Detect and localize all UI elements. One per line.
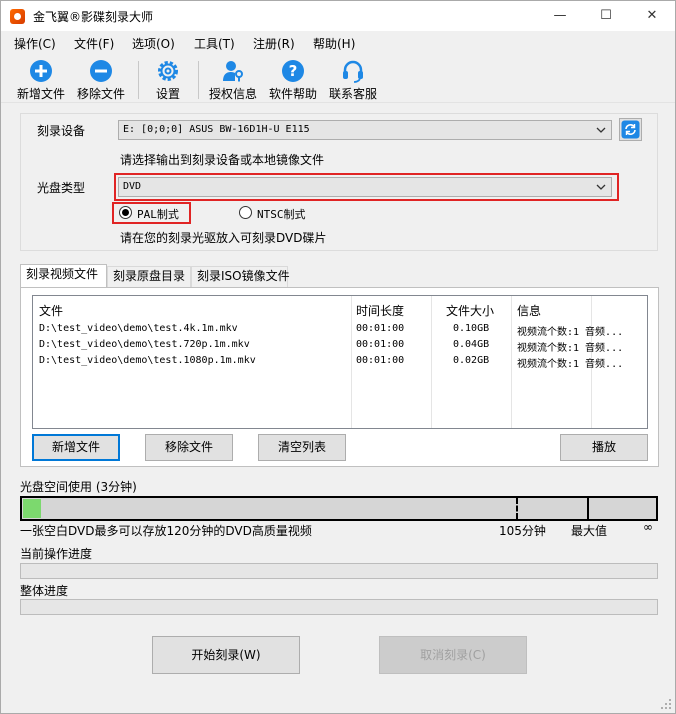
plus-circle-icon	[30, 60, 52, 82]
infinity-label: ∞	[643, 520, 653, 534]
toolbar-support-button[interactable]: 联系客服	[327, 57, 379, 101]
remove-file-button[interactable]: 移除文件	[145, 434, 233, 461]
file-list[interactable]: 文件 时间长度 文件大小 信息 D:\test_video\demo\test.…	[32, 295, 648, 429]
svg-text:?: ?	[289, 62, 298, 80]
row-info: 视频流个数:1 音频...	[517, 327, 624, 338]
refresh-button[interactable]	[619, 118, 642, 141]
marker-max-line	[587, 498, 589, 519]
disc-hint: 请在您的刻录光驱放入可刻录DVD碟片	[120, 231, 327, 245]
column-divider	[351, 296, 352, 428]
current-progress-bar	[20, 563, 658, 579]
chevron-down-icon	[596, 184, 606, 190]
toolbar-settings-button[interactable]: 设置	[151, 57, 185, 101]
current-progress-label: 当前操作进度	[20, 547, 93, 561]
col-header-size[interactable]: 文件大小	[446, 302, 494, 319]
toolbar-remove-file-label: 移除文件	[76, 87, 125, 101]
refresh-icon	[621, 120, 640, 139]
toolbar-add-file-button[interactable]: 新增文件	[15, 57, 67, 101]
toolbar: 新增文件 移除文件 设置 授权信息 ? 软件帮助 联系客服	[1, 55, 675, 103]
menu-tools[interactable]: 工具(T)	[194, 35, 235, 52]
disc-type-label: 光盘类型	[37, 181, 86, 195]
close-button[interactable]: ✕	[629, 1, 675, 31]
burner-device-value: E: [0;0;0] ASUS BW-16D1H-U E115	[123, 124, 310, 135]
disc-usage-note: 一张空白DVD最多可以存放120分钟的DVD高质量视频	[20, 524, 312, 538]
user-key-icon	[223, 61, 243, 82]
burner-hint: 请选择输出到刻录设备或本地镜像文件	[120, 153, 325, 167]
app-window: 金飞翼®影碟刻录大师 — ☐ ✕ 操作(C) 文件(F) 选项(O) 工具(T)…	[0, 0, 676, 714]
row-file: D:\test_video\demo\test.4k.1m.mkv	[39, 323, 238, 334]
toolbar-remove-file-button[interactable]: 移除文件	[75, 57, 127, 101]
minimize-button[interactable]: —	[537, 1, 583, 31]
burner-label: 刻录设备	[37, 124, 86, 138]
toolbar-license-button[interactable]: 授权信息	[207, 57, 259, 101]
mark-105-label: 105分钟	[499, 524, 546, 538]
disc-usage-bar	[20, 496, 658, 521]
ntsc-radio[interactable]	[239, 206, 252, 219]
pal-radio[interactable]	[119, 206, 132, 219]
help-icon: ?	[282, 60, 304, 82]
play-button[interactable]: 播放	[560, 434, 648, 461]
burner-device-select[interactable]: E: [0;0;0] ASUS BW-16D1H-U E115	[118, 120, 612, 140]
tab-burn-disc-dir[interactable]: 刻录原盘目录	[107, 266, 191, 287]
column-divider	[431, 296, 432, 428]
maximize-button[interactable]: ☐	[583, 1, 629, 31]
ntsc-label: NTSC制式	[257, 208, 306, 221]
row-info: 视频流个数:1 音频...	[517, 343, 624, 354]
toolbar-help-button[interactable]: ? 软件帮助	[267, 57, 319, 101]
row-size: 0.04GB	[453, 339, 490, 350]
resize-grip-icon[interactable]	[660, 698, 672, 710]
toolbar-add-file-label: 新增文件	[16, 87, 65, 101]
tab-burn-iso[interactable]: 刻录ISO镜像文件	[191, 266, 290, 287]
row-file: D:\test_video\demo\test.1080p.1m.mkv	[39, 355, 256, 366]
row-file: D:\test_video\demo\test.720p.1m.mkv	[39, 339, 250, 350]
column-divider	[511, 296, 512, 428]
toolbar-settings-label: 设置	[155, 87, 180, 101]
overall-progress-bar	[20, 599, 658, 615]
menu-options[interactable]: 选项(O)	[132, 35, 175, 52]
col-header-duration[interactable]: 时间长度	[356, 302, 404, 319]
add-file-button[interactable]: 新增文件	[32, 434, 120, 461]
toolbar-support-label: 联系客服	[328, 87, 377, 101]
headset-icon	[343, 60, 363, 83]
pal-label: PAL制式	[137, 208, 179, 221]
menu-help[interactable]: 帮助(H)	[313, 35, 355, 52]
col-header-file[interactable]: 文件	[39, 302, 63, 319]
chevron-down-icon	[596, 127, 606, 133]
menu-register[interactable]: 注册(R)	[253, 35, 295, 52]
menu-file[interactable]: 文件(F)	[74, 35, 114, 52]
row-info: 视频流个数:1 音频...	[517, 359, 624, 370]
toolbar-separator	[138, 61, 139, 99]
disc-usage-title: 光盘空间使用 (3分钟)	[20, 480, 137, 494]
marker-105-line	[516, 498, 519, 519]
clear-list-button[interactable]: 清空列表	[258, 434, 346, 461]
tab-burn-video[interactable]: 刻录视频文件	[20, 264, 107, 288]
menu-bar: 操作(C) 文件(F) 选项(O) 工具(T) 注册(R) 帮助(H)	[1, 32, 675, 54]
toolbar-separator	[198, 61, 199, 99]
row-duration: 00:01:00	[356, 323, 405, 334]
cancel-burn-button[interactable]: 取消刻录(C)	[379, 636, 527, 674]
overall-progress-label: 整体进度	[20, 584, 69, 598]
row-size: 0.10GB	[453, 323, 490, 334]
window-title: 金飞翼®影碟刻录大师	[33, 10, 154, 24]
disc-usage-fill	[23, 499, 41, 518]
gear-icon	[158, 61, 178, 81]
start-burn-button[interactable]: 开始刻录(W)	[152, 636, 300, 674]
disc-type-value: DVD	[123, 181, 142, 192]
row-size: 0.02GB	[453, 355, 490, 366]
max-label: 最大值	[571, 524, 608, 538]
col-header-info[interactable]: 信息	[517, 302, 541, 319]
title-bar: 金飞翼®影碟刻录大师 — ☐ ✕	[1, 1, 675, 31]
toolbar-license-label: 授权信息	[208, 87, 257, 101]
toolbar-help-label: 软件帮助	[268, 87, 317, 101]
app-logo-icon	[10, 9, 25, 24]
row-duration: 00:01:00	[356, 339, 405, 350]
row-duration: 00:01:00	[356, 355, 405, 366]
menu-operation[interactable]: 操作(C)	[14, 35, 56, 52]
minus-circle-icon	[90, 60, 112, 82]
disc-type-select[interactable]: DVD	[118, 177, 612, 197]
